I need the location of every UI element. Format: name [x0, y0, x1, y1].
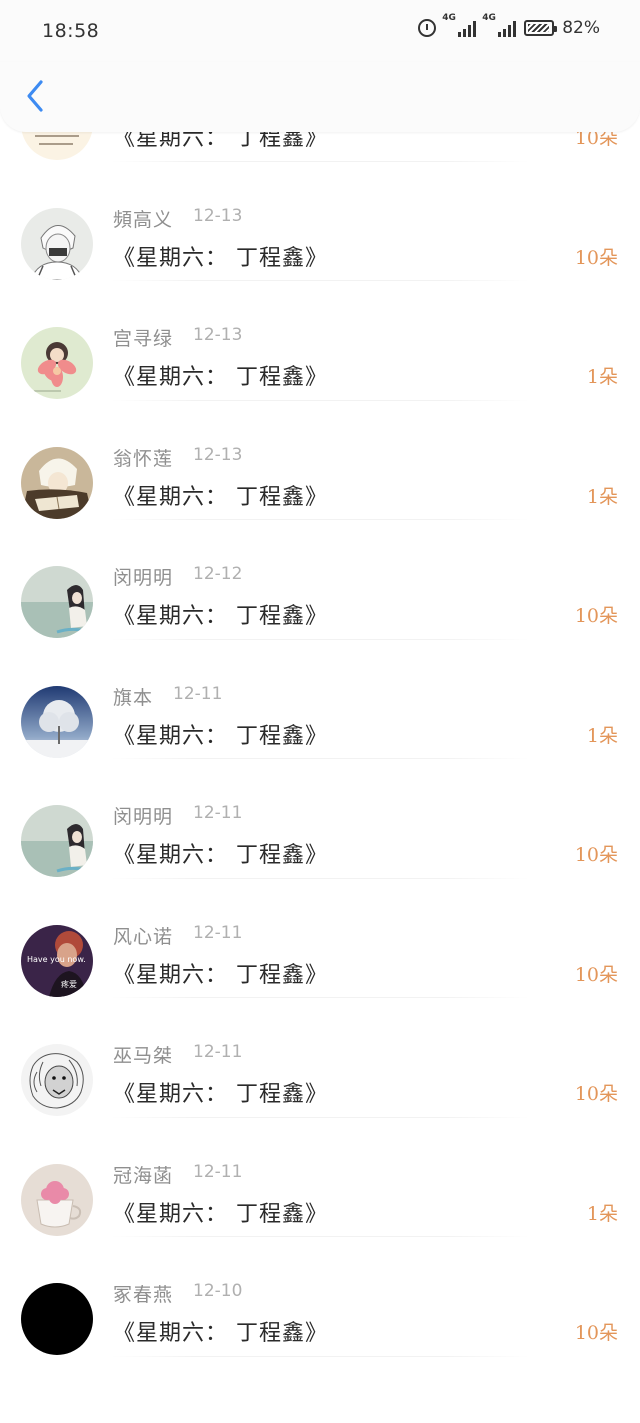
gift-list-item[interactable]: 巫马桀 12-11 《星期六： 丁程鑫》 10朵: [0, 998, 640, 1118]
gift-list-item[interactable]: 旗本 12-11 《星期六： 丁程鑫》 1朵: [0, 640, 640, 759]
gift-date: 12-10: [193, 1281, 243, 1301]
username: 闵明明: [113, 567, 174, 589]
nav-bar: [0, 62, 640, 132]
gift-title: 《星期六： 丁程鑫》: [113, 962, 328, 988]
gift-list-item[interactable]: Have you now. 疼爱 风心诺 12-11 《星期六： 丁程鑫》 10朵: [0, 879, 640, 998]
chevron-left-icon: [27, 80, 43, 112]
gift-list-item[interactable]: 闵明明 12-11 《星期六： 丁程鑫》 10朵: [0, 759, 640, 879]
status-time: 18:58: [42, 20, 100, 42]
username: 闵明明: [113, 806, 174, 828]
gift-list-item[interactable]: 宫寻绿 12-13 《星期六： 丁程鑫》 1朵: [0, 281, 640, 401]
username: 宫寻绿: [113, 328, 174, 350]
gift-date: 12-12: [193, 564, 243, 584]
alarm-icon: [418, 19, 437, 37]
battery-percent: 82%: [562, 18, 600, 38]
gift-title: 《星期六： 丁程鑫》: [113, 1082, 328, 1107]
user-avatar[interactable]: [21, 566, 93, 638]
flower-count: 10朵: [574, 605, 618, 627]
flower-count: 1朵: [586, 366, 618, 388]
flower-count: 1朵: [586, 1202, 618, 1225]
gift-title: 《星期六： 丁程鑫》: [113, 843, 328, 868]
gift-date: 12-11: [173, 683, 223, 704]
user-avatar[interactable]: Have you now. 疼爱: [21, 924, 93, 997]
flower-count: 10朵: [574, 1322, 618, 1344]
user-avatar[interactable]: [21, 805, 93, 877]
username: 頻高义: [113, 208, 174, 231]
user-avatar[interactable]: [21, 685, 93, 758]
username: 风心诺: [113, 925, 174, 948]
flower-count: 10朵: [574, 246, 618, 269]
username: 巫马桀: [113, 1045, 174, 1067]
gift-title: 《星期六： 丁程鑫》: [113, 484, 328, 510]
signal-icon: 4G: [442, 13, 477, 37]
gift-date: 12-13: [193, 444, 243, 465]
signal-icon: 4G: [482, 13, 517, 37]
gift-title: 《星期六： 丁程鑫》: [113, 365, 328, 390]
svg-text:疼爱: 疼爱: [61, 979, 77, 989]
gift-date: 12-11: [193, 803, 243, 823]
gift-title: 《星期六： 丁程鑫》: [113, 604, 328, 629]
network-label: 4G: [442, 13, 456, 23]
user-avatar[interactable]: [21, 1163, 93, 1236]
gift-date: 12-13: [193, 325, 243, 345]
user-avatar[interactable]: [21, 446, 93, 519]
gift-title: 《星期六： 丁程鑫》: [113, 245, 328, 271]
battery-icon: [524, 20, 558, 36]
user-avatar[interactable]: [21, 1283, 93, 1355]
gift-date: 12-11: [193, 1042, 243, 1062]
gift-list-item[interactable]: 冢春燕 12-10 《星期六： 丁程鑫》 10朵: [0, 1237, 640, 1357]
gift-list-item[interactable]: 頻高义 12-13 《星期六： 丁程鑫》 10朵: [0, 162, 640, 281]
flower-count: 10朵: [574, 963, 618, 986]
gift-list-item[interactable]: 冠海菡 12-11 《星期六： 丁程鑫》 1朵: [0, 1118, 640, 1237]
svg-text:Have you now.: Have you now.: [27, 955, 86, 964]
flower-count: 10朵: [574, 844, 618, 866]
gift-date: 12-11: [193, 922, 243, 943]
gift-list-item[interactable]: 翁怀莲 12-13 《星期六： 丁程鑫》 1朵: [0, 401, 640, 520]
username: 冢春燕: [113, 1284, 174, 1306]
row-divider: [110, 1355, 530, 1357]
username: 旗本: [113, 686, 154, 709]
gift-title: 《星期六： 丁程鑫》: [113, 1201, 328, 1227]
flower-count: 1朵: [586, 724, 618, 747]
gift-date: 12-13: [193, 205, 243, 226]
flower-count: 10朵: [574, 1083, 618, 1105]
status-icons: 4G 4G 82%: [418, 13, 600, 38]
gift-list-item[interactable]: 闵明明 12-12 《星期六： 丁程鑫》 10朵: [0, 520, 640, 640]
user-avatar[interactable]: [21, 1044, 93, 1116]
user-avatar[interactable]: [21, 207, 93, 280]
back-button[interactable]: [18, 76, 54, 116]
gift-date: 12-11: [193, 1161, 243, 1182]
username: 翁怀莲: [113, 447, 174, 470]
gift-title: 《星期六： 丁程鑫》: [113, 1321, 328, 1346]
user-avatar[interactable]: [21, 327, 93, 399]
flower-count: 1朵: [586, 485, 618, 508]
username: 冠海菡: [113, 1164, 174, 1187]
network-label: 4G: [482, 13, 496, 23]
gift-title: 《星期六： 丁程鑫》: [113, 723, 328, 749]
